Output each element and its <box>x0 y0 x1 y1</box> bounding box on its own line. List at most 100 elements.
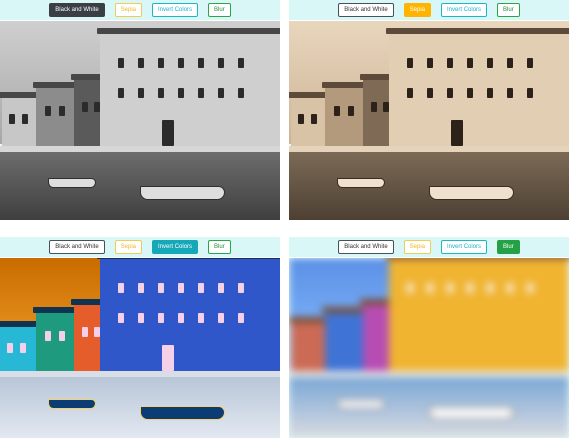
roof <box>97 28 280 35</box>
window <box>138 88 144 99</box>
window <box>82 102 88 113</box>
window <box>59 106 65 117</box>
window <box>238 312 244 323</box>
window <box>334 106 340 117</box>
window <box>198 88 204 99</box>
boat <box>429 406 514 420</box>
window <box>118 312 124 323</box>
black-and-white-button[interactable]: Black and White <box>49 3 105 17</box>
window <box>487 282 493 293</box>
filtered-image <box>0 257 280 438</box>
filter-demo-grid: Black and White Sepia Invert Colors Blur <box>0 0 569 438</box>
black-and-white-button[interactable]: Black and White <box>338 240 394 254</box>
door <box>162 344 174 371</box>
boat-small <box>337 178 385 189</box>
window <box>238 282 244 293</box>
invert-colors-button[interactable]: Invert Colors <box>152 3 199 17</box>
window <box>138 312 144 323</box>
window <box>447 282 453 293</box>
window <box>527 282 533 293</box>
window <box>238 58 244 69</box>
window <box>407 282 413 293</box>
street-scene <box>289 258 569 438</box>
street-scene <box>0 21 280 220</box>
window <box>407 88 413 99</box>
window <box>7 342 13 353</box>
street-scene <box>0 258 280 438</box>
window <box>138 282 144 293</box>
window <box>158 282 164 293</box>
window <box>9 114 15 125</box>
window <box>427 282 433 293</box>
window <box>158 88 164 99</box>
window <box>218 58 224 69</box>
roof <box>386 258 569 259</box>
window <box>218 312 224 323</box>
filtered-image <box>0 20 280 220</box>
boat <box>140 406 225 420</box>
window <box>238 88 244 99</box>
toolbar: Black and White Sepia Invert Colors Blur <box>0 0 280 20</box>
window <box>82 326 88 337</box>
boat <box>140 186 225 201</box>
blur-button[interactable]: Blur <box>208 3 231 17</box>
window <box>20 342 26 353</box>
blur-button[interactable]: Blur <box>497 3 520 17</box>
window <box>198 312 204 323</box>
building-left-1 <box>0 320 43 377</box>
boat-small <box>48 399 96 410</box>
panel-black-and-white: Black and White Sepia Invert Colors Blur <box>0 0 280 220</box>
door <box>162 120 174 147</box>
roof <box>97 258 280 259</box>
window <box>178 88 184 99</box>
black-and-white-button[interactable]: Black and White <box>338 3 394 17</box>
window <box>467 88 473 99</box>
toolbar: Black and White Sepia Invert Colors Blur <box>0 237 280 257</box>
building-main <box>97 28 280 153</box>
toolbar: Black and White Sepia Invert Colors Blur <box>289 0 569 20</box>
window <box>467 58 473 69</box>
window <box>118 282 124 293</box>
window <box>22 114 28 125</box>
window <box>487 58 493 69</box>
toolbar: Black and White Sepia Invert Colors Blur <box>289 237 569 257</box>
filtered-image <box>289 20 569 220</box>
boat-small <box>337 399 385 410</box>
window <box>198 58 204 69</box>
window <box>371 102 377 113</box>
window <box>178 282 184 293</box>
sepia-button[interactable]: Sepia <box>114 240 143 254</box>
window <box>298 114 304 125</box>
window <box>59 330 65 341</box>
building-main <box>386 28 569 153</box>
window <box>138 58 144 69</box>
window <box>507 282 513 293</box>
window <box>198 282 204 293</box>
window <box>118 88 124 99</box>
window <box>158 312 164 323</box>
window <box>447 88 453 99</box>
window <box>407 58 413 69</box>
window <box>311 114 317 125</box>
invert-colors-button[interactable]: Invert Colors <box>441 240 488 254</box>
invert-colors-button[interactable]: Invert Colors <box>152 240 199 254</box>
black-and-white-button[interactable]: Black and White <box>49 240 105 254</box>
invert-colors-button[interactable]: Invert Colors <box>441 3 488 17</box>
window <box>427 58 433 69</box>
roof <box>386 28 569 35</box>
window <box>527 58 533 69</box>
window <box>45 106 51 117</box>
window <box>178 312 184 323</box>
window <box>45 330 51 341</box>
panel-sepia: Black and White Sepia Invert Colors Blur <box>289 0 569 220</box>
sepia-button[interactable]: Sepia <box>114 3 143 17</box>
window <box>487 88 493 99</box>
window <box>507 58 513 69</box>
sepia-button[interactable]: Sepia <box>403 240 432 254</box>
building-main <box>386 258 569 377</box>
sepia-button[interactable]: Sepia <box>403 3 432 17</box>
window <box>218 282 224 293</box>
blur-button[interactable]: Blur <box>208 240 231 254</box>
blur-button[interactable]: Blur <box>497 240 520 254</box>
window <box>527 88 533 99</box>
